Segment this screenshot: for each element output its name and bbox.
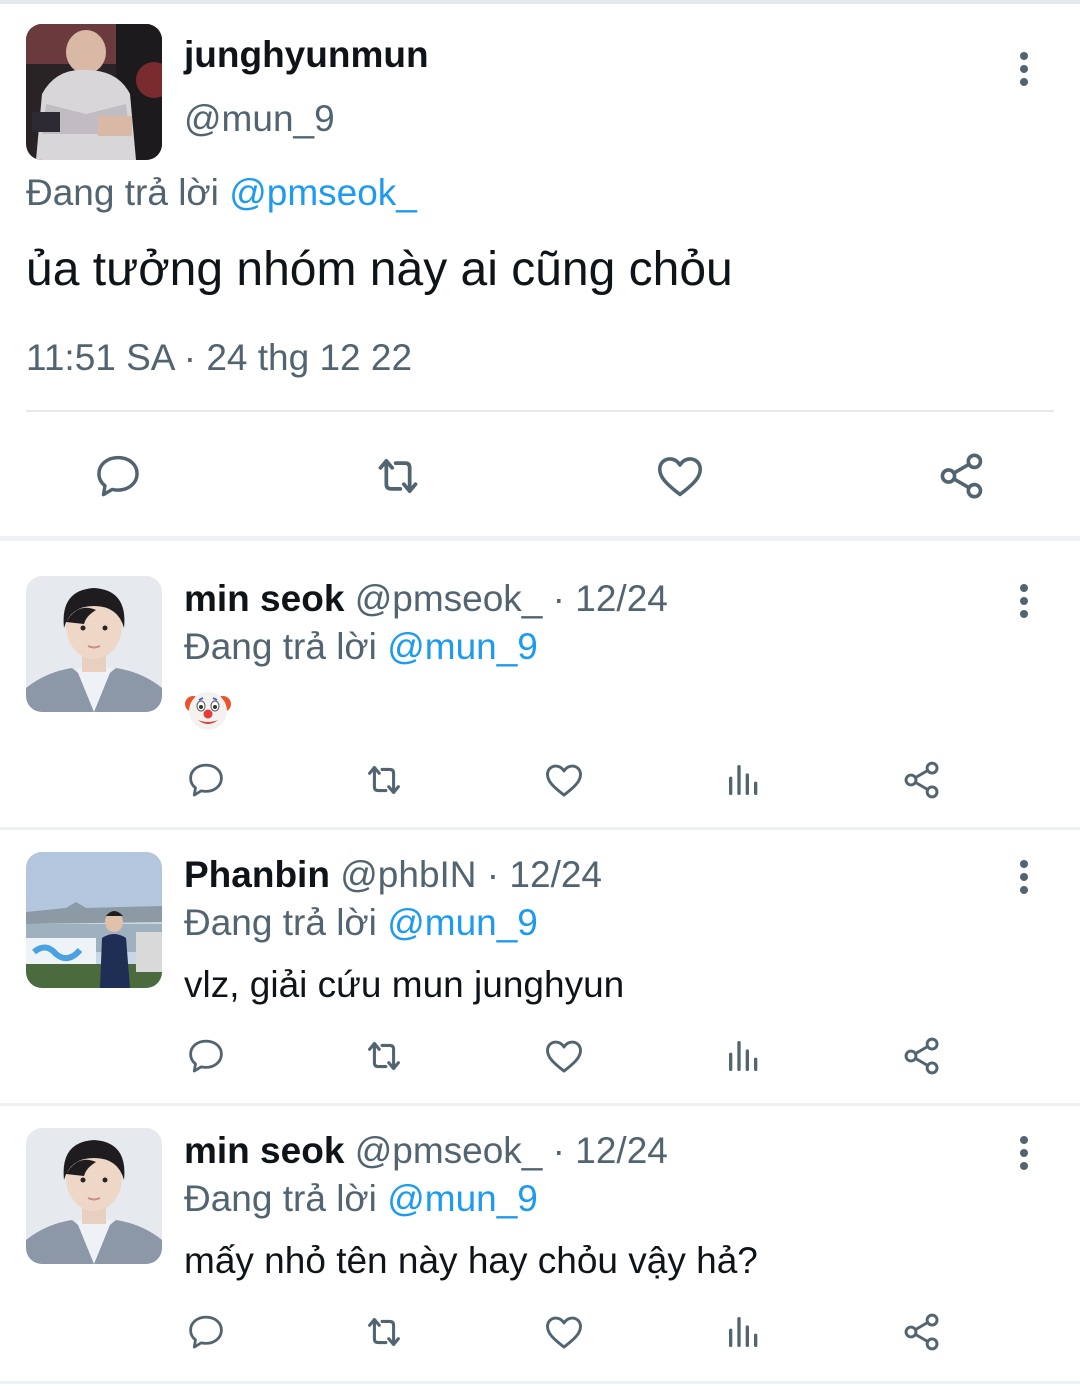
like-icon[interactable]	[650, 446, 710, 506]
reply-icon[interactable]	[182, 756, 230, 804]
action-bar	[0, 1037, 1080, 1102]
section-divider	[0, 827, 1080, 830]
more-options-icon[interactable]	[1017, 52, 1031, 96]
replying-prefix: Đang trả lời	[184, 1178, 377, 1219]
more-options-icon[interactable]	[1017, 584, 1031, 628]
user-handle[interactable]: @pmseok_ · 12/24	[355, 578, 668, 619]
reply-icon[interactable]	[182, 1308, 230, 1356]
user-handle[interactable]: @phbIN · 12/24	[340, 854, 602, 895]
avatar[interactable]	[26, 576, 162, 712]
replying-to: Đang trả lời @mun_9	[184, 902, 538, 944]
avatar[interactable]	[26, 852, 162, 988]
display-name[interactable]: min seok	[184, 578, 344, 619]
like-icon[interactable]	[540, 1032, 588, 1080]
display-name[interactable]: junghyunmun	[184, 34, 429, 76]
tweet-text: ủa tưởng nhóm này ai cũng chỏu	[26, 243, 733, 296]
replying-to: Đang trả lời @pmseok_	[26, 172, 417, 214]
share-icon[interactable]	[898, 1308, 946, 1356]
tweet-text: mấy nhỏ tên này hay chỏu vậy hả?	[184, 1240, 758, 1281]
user-handle[interactable]: @mun_9	[184, 98, 335, 140]
share-icon[interactable]	[898, 1032, 946, 1080]
replying-to-link[interactable]: @mun_9	[387, 902, 538, 943]
replying-to: Đang trả lời @mun_9	[184, 1178, 538, 1220]
section-divider	[0, 1103, 1080, 1106]
views-icon[interactable]	[720, 756, 768, 804]
action-bar	[0, 434, 1080, 514]
more-options-icon[interactable]	[1017, 1136, 1031, 1180]
reply-tweet[interactable]: min seok @pmseok_ · 12/24 Đang trả lời @…	[0, 576, 1080, 826]
divider	[26, 410, 1054, 412]
replying-to-link[interactable]: @mun_9	[387, 1178, 538, 1219]
main-tweet: junghyunmun @mun_9 Đang trả lời @pmseok_…	[0, 4, 1080, 536]
reply-icon[interactable]	[182, 1032, 230, 1080]
section-divider	[0, 1381, 1080, 1384]
replying-to-link[interactable]: @pmseok_	[229, 172, 417, 213]
tweet-timestamp[interactable]: 11:51 SA · 24 thg 12 22	[26, 337, 412, 379]
section-divider	[0, 536, 1080, 541]
action-bar	[0, 1313, 1080, 1378]
share-icon[interactable]	[932, 446, 992, 506]
retweet-icon[interactable]	[360, 1308, 408, 1356]
avatar[interactable]	[26, 24, 162, 160]
display-name[interactable]: Phanbin	[184, 854, 330, 895]
reply-icon[interactable]	[88, 446, 148, 506]
replying-prefix: Đang trả lời	[184, 902, 377, 943]
retweet-icon[interactable]	[360, 756, 408, 804]
views-icon[interactable]	[720, 1032, 768, 1080]
replying-prefix: Đang trả lời	[184, 626, 377, 667]
retweet-icon[interactable]	[360, 1032, 408, 1080]
more-options-icon[interactable]	[1017, 860, 1031, 904]
replying-to-link[interactable]: @mun_9	[387, 626, 538, 667]
like-icon[interactable]	[540, 1308, 588, 1356]
like-icon[interactable]	[540, 756, 588, 804]
tweet-text: vlz, giải cứu mun junghyun	[184, 964, 625, 1005]
avatar[interactable]	[26, 1128, 162, 1264]
share-icon[interactable]	[898, 756, 946, 804]
retweet-icon[interactable]	[368, 446, 428, 506]
views-icon[interactable]	[720, 1308, 768, 1356]
reply-header: min seok @pmseok_ · 12/24	[184, 1130, 668, 1172]
user-handle[interactable]: @pmseok_ · 12/24	[355, 1130, 668, 1171]
replying-to: Đang trả lời @mun_9	[184, 626, 538, 668]
display-name[interactable]: min seok	[184, 1130, 344, 1171]
action-bar	[0, 761, 1080, 826]
reply-header: Phanbin @phbIN · 12/24	[184, 854, 602, 896]
reply-header: min seok @pmseok_ · 12/24	[184, 578, 668, 620]
clown-face-icon	[184, 686, 232, 734]
reply-tweet[interactable]: min seok @pmseok_ · 12/24 Đang trả lời @…	[0, 1128, 1080, 1378]
reply-tweet[interactable]: Phanbin @phbIN · 12/24 Đang trả lời @mun…	[0, 852, 1080, 1102]
replying-prefix: Đang trả lời	[26, 172, 219, 213]
